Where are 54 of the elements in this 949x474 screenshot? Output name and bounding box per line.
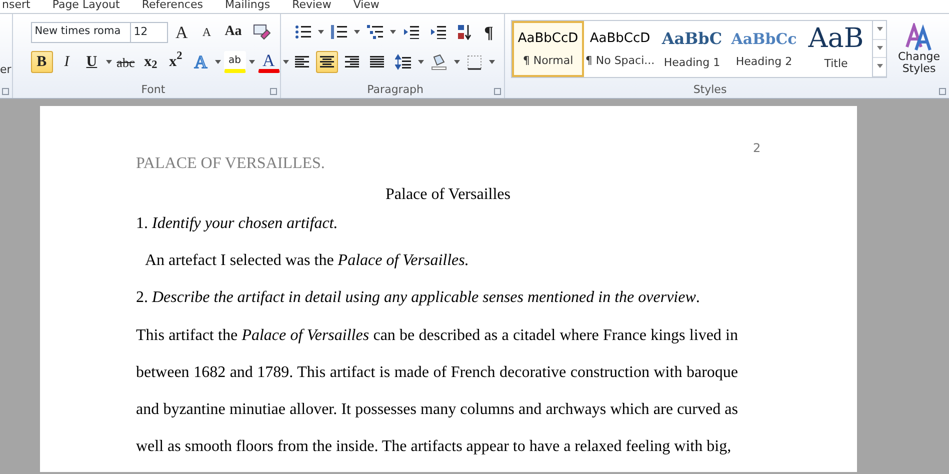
style-gallery-item[interactable]: AaBbCcD ¶ No Spaci... <box>584 21 656 77</box>
group-label-fragment: er <box>0 62 12 78</box>
font-button[interactable]: A <box>196 21 218 43</box>
dropdown-caret-icon[interactable] <box>248 60 255 64</box>
format-button[interactable]: B <box>30 51 53 73</box>
font-button[interactable]: A <box>170 21 193 43</box>
dropdown-caret-icon[interactable] <box>488 60 495 64</box>
paragraph-text: This artifact the Palace of Versailles can be described as a citadel where France kings lived in between 1682 and 1789. This artifact is made of French decorative construction with baroque and byzantine minutiae allover. It possesses many columns and archways which are curved as well as smooth floors from the inside. The artifacts appear to have a relaxed feeling with big, <box>136 326 738 457</box>
page-number: 2 <box>753 140 761 157</box>
change-styles-button[interactable]: Change Styles <box>893 18 945 80</box>
format-button[interactable]: x$^{2}$ <box>164 51 187 73</box>
dialog-launcher-icon[interactable] <box>939 88 946 95</box>
ribbon-tab[interactable]: View <box>353 0 402 13</box>
format-button[interactable]: ab <box>224 51 246 73</box>
styles-letters-icon <box>904 23 934 51</box>
dropdown-caret-icon[interactable] <box>418 60 424 64</box>
dropdown-caret-icon[interactable] <box>454 60 460 64</box>
font-name-field[interactable]: New times roma <box>30 22 131 42</box>
question-text: 1. Identify your chosen artifact. <box>136 214 339 234</box>
align-center-icon[interactable] <box>316 51 338 73</box>
group-title: Font <box>140 83 166 98</box>
dialog-launcher-icon[interactable] <box>494 88 501 95</box>
format-button[interactable]: abc <box>114 51 137 73</box>
dropdown-caret-icon[interactable] <box>390 30 396 34</box>
format-button[interactable]: x$_{2}$ <box>140 51 162 73</box>
document-title: Palace of Versailles <box>384 186 512 204</box>
ribbon-tab[interactable]: nsert <box>2 0 52 13</box>
format-button[interactable]: A <box>258 51 280 73</box>
dropdown-caret-icon[interactable] <box>282 60 289 64</box>
ribbon-tab[interactable]: Page Layout <box>52 0 142 13</box>
ribbon-tab[interactable]: Review <box>292 0 354 13</box>
ribbon-tab[interactable]: Mailings <box>224 0 292 13</box>
question-text: 2. Describe the artifact in detail using any applicable senses mentioned in the overview. <box>136 288 701 308</box>
font-button[interactable]: Aa <box>220 21 246 43</box>
style-gallery-item[interactable]: AaB Title <box>800 21 872 77</box>
dropdown-caret-icon[interactable] <box>106 60 112 64</box>
style-gallery-item[interactable]: AaBbCc Heading 2 <box>728 21 800 77</box>
answer-text: An artefact I selected was the Palace of Versailles. <box>144 251 470 271</box>
running-header: PALACE OF VERSAILLES. <box>136 155 326 173</box>
format-button[interactable]: I <box>56 51 78 73</box>
dialog-launcher-icon[interactable] <box>2 88 9 95</box>
dialog-launcher-icon[interactable] <box>270 88 277 95</box>
group-title: Styles <box>692 83 728 98</box>
dropdown-caret-icon[interactable] <box>318 30 324 34</box>
font-size-field[interactable]: 12 <box>130 22 168 42</box>
format-button[interactable]: U <box>80 51 103 73</box>
format-button[interactable]: A <box>190 51 212 73</box>
dropdown-caret-icon[interactable] <box>354 30 360 34</box>
style-gallery-item[interactable]: AaBbCcD ¶ Normal <box>512 21 584 77</box>
dropdown-caret-icon[interactable] <box>214 60 221 64</box>
group-title: Paragraph <box>366 83 425 98</box>
show-marks-button[interactable]: ¶ <box>478 21 500 43</box>
ribbon-tab[interactable]: References <box>142 0 225 13</box>
style-gallery-item[interactable]: AaBbC Heading 1 <box>656 21 728 77</box>
